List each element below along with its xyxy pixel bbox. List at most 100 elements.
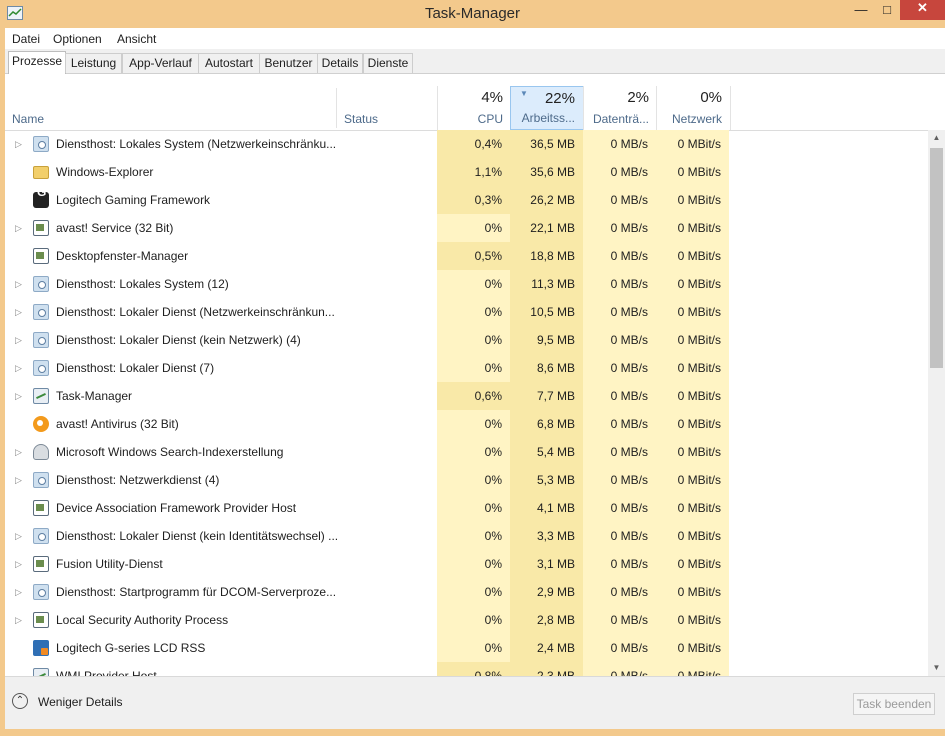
tab-details[interactable]: Details	[317, 53, 363, 73]
process-status	[344, 522, 434, 550]
process-cpu: 0%	[437, 214, 510, 242]
process-row[interactable]: avast! Antivirus (32 Bit) 0% 6,8 MB 0 MB/s 0…	[5, 410, 925, 438]
process-row[interactable]: ▷ Diensthost: Lokaler Dienst (7) 0% 8,6 MB 0…	[5, 354, 925, 382]
expand-chevron-icon[interactable]: ▷	[15, 438, 25, 466]
tab-app-verlauf[interactable]: App-Verlauf	[122, 53, 199, 73]
menu-bar: Datei Optionen Ansicht	[5, 28, 945, 49]
cpu-label: CPU	[477, 112, 503, 126]
process-row[interactable]: Device Association Framework Provider Ho…	[5, 494, 925, 522]
process-row[interactable]: ▷ Diensthost: Netzwerkdienst (4) 0% 5,3 MB 0…	[5, 466, 925, 494]
process-name: avast! Antivirus (32 Bit)	[56, 417, 179, 431]
window-icon	[33, 500, 49, 516]
process-disk: 0 MB/s	[583, 326, 656, 354]
process-row[interactable]: ▷ Diensthost: Startprogramm für DCOM-Serv…	[5, 578, 925, 606]
process-cpu: 0%	[437, 550, 510, 578]
menu-ansicht[interactable]: Ansicht	[117, 32, 156, 46]
process-disk: 0 MB/s	[583, 634, 656, 662]
process-row[interactable]: WMI Provider Host 0,8% 2,3 MB 0 MB/s 0 MBit/…	[5, 662, 925, 676]
column-name[interactable]: Name	[12, 112, 44, 126]
process-memory: 9,5 MB	[510, 326, 583, 354]
process-row[interactable]: ▷ Diensthost: Lokaler Dienst (kein Identi…	[5, 522, 925, 550]
column-memory[interactable]: ▼ 22% Arbeitss...	[510, 86, 584, 130]
process-memory: 6,8 MB	[510, 410, 583, 438]
column-disk[interactable]: 2% Datenträ...	[583, 86, 657, 130]
column-network[interactable]: 0% Netzwerk	[656, 86, 731, 130]
process-cpu: 0%	[437, 578, 510, 606]
process-row[interactable]: ▷ Diensthost: Lokales System (Netzwerkein…	[5, 130, 925, 158]
menu-optionen[interactable]: Optionen	[53, 32, 102, 46]
process-status	[344, 326, 434, 354]
expand-chevron-icon[interactable]: ▷	[15, 606, 25, 634]
process-cpu: 0%	[437, 326, 510, 354]
expand-chevron-icon	[15, 242, 25, 270]
process-disk: 0 MB/s	[583, 578, 656, 606]
expand-chevron-icon[interactable]: ▷	[15, 578, 25, 606]
tab-leistung[interactable]: Leistung	[65, 53, 122, 73]
tab-benutzer[interactable]: Benutzer	[259, 53, 318, 73]
process-status	[344, 242, 434, 270]
window-icon	[33, 612, 49, 628]
process-memory: 11,3 MB	[510, 270, 583, 298]
tab-bar: Prozesse Leistung App-Verlauf Autostart …	[5, 49, 945, 74]
process-name: Fusion Utility-Dienst	[56, 557, 163, 571]
minimize-button[interactable]: —	[848, 2, 874, 22]
chevron-up-icon[interactable]: ⌃	[12, 693, 28, 709]
process-row[interactable]: Desktopfenster-Manager 0,5% 18,8 MB 0 MB/s 0…	[5, 242, 925, 270]
process-row[interactable]: Logitech G-series LCD RSS 0% 2,4 MB 0 MB/s 0…	[5, 634, 925, 662]
column-cpu[interactable]: 4% CPU	[437, 86, 511, 130]
scrollbar-thumb[interactable]	[930, 148, 943, 368]
scroll-up-icon[interactable]: ▲	[928, 130, 945, 146]
expand-chevron-icon[interactable]: ▷	[15, 550, 25, 578]
maximize-button[interactable]: □	[874, 2, 900, 22]
process-row[interactable]: ▷ Diensthost: Lokaler Dienst (Netzwerkein…	[5, 298, 925, 326]
process-row[interactable]: Logitech Gaming Framework0,3%26,2 MB0 MB…	[5, 185, 925, 214]
memory-total-percent: 22%	[544, 90, 575, 107]
process-disk: 0 MB/s	[583, 466, 656, 494]
expand-chevron-icon[interactable]: ▷	[15, 214, 25, 242]
tab-autostart[interactable]: Autostart	[198, 53, 260, 73]
gear-icon	[33, 332, 49, 348]
less-details-link[interactable]: Weniger Details	[38, 695, 122, 709]
process-network: 0 MBit/s	[656, 214, 729, 242]
folder-icon	[33, 166, 49, 179]
process-row[interactable]: ▷ Task-Manager 0,6% 7,7 MB 0 MB/s 0 MBit/s	[5, 382, 925, 410]
expand-chevron-icon[interactable]: ▷	[15, 466, 25, 494]
scroll-down-icon[interactable]: ▼	[928, 660, 945, 676]
gear-icon	[33, 136, 49, 152]
process-network: 0 MBit/s	[656, 298, 729, 326]
expand-chevron-icon[interactable]: ▷	[15, 354, 25, 382]
expand-chevron-icon[interactable]: ▷	[15, 522, 25, 550]
process-row[interactable]: ▷ Fusion Utility-Dienst 0% 3,1 MB 0 MB/s 0 MB…	[5, 550, 925, 578]
process-row[interactable]: ▷ Diensthost: Lokales System (12) 0% 11,3 M…	[5, 270, 925, 298]
process-network: 0 MBit/s	[656, 130, 729, 158]
task-manager-icon	[33, 668, 49, 676]
process-cpu: 0,3%	[437, 186, 510, 214]
column-status[interactable]: Status	[344, 112, 378, 126]
tab-dienste[interactable]: Dienste	[363, 53, 413, 73]
column-header: Name Status 4% CPU ▼ 22% Arbeitss... 2% …	[5, 86, 945, 131]
process-disk: 0 MB/s	[583, 382, 656, 410]
expand-chevron-icon[interactable]: ▷	[15, 270, 25, 298]
vertical-scrollbar[interactable]: ▲ ▼	[928, 130, 945, 676]
menu-datei[interactable]: Datei	[12, 32, 40, 46]
process-disk: 0 MB/s	[583, 186, 656, 214]
process-row[interactable]: ▷ Microsoft Windows Search-Indexerstellun…	[5, 438, 925, 466]
expand-chevron-icon[interactable]: ▷	[15, 298, 25, 326]
expand-chevron-icon	[15, 410, 25, 438]
tab-prozesse[interactable]: Prozesse	[8, 51, 66, 74]
expand-chevron-icon[interactable]: ▷	[15, 326, 25, 354]
rss-icon	[33, 640, 49, 656]
disk-total-percent: 2%	[627, 89, 649, 106]
process-row[interactable]: Windows-Explorer 1,1% 35,6 MB 0 MB/s 0 MBit/…	[5, 158, 925, 186]
process-row[interactable]: ▷ Diensthost: Lokaler Dienst (kein Netzwe…	[5, 326, 925, 354]
network-label: Netzwerk	[671, 112, 722, 126]
expand-chevron-icon[interactable]: ▷	[15, 382, 25, 410]
close-button[interactable]: ✕	[900, 0, 945, 20]
end-task-button[interactable]: Task beenden	[853, 693, 935, 715]
process-memory: 22,1 MB	[510, 214, 583, 242]
process-status	[344, 466, 434, 494]
process-row[interactable]: ▷ avast! Service (32 Bit) 0% 22,1 MB 0 MB/s 0…	[5, 214, 925, 242]
process-disk: 0 MB/s	[583, 130, 656, 158]
process-row[interactable]: ▷ Local Security Authority Process 0% 2,8 M…	[5, 606, 925, 634]
expand-chevron-icon[interactable]: ▷	[15, 130, 25, 158]
